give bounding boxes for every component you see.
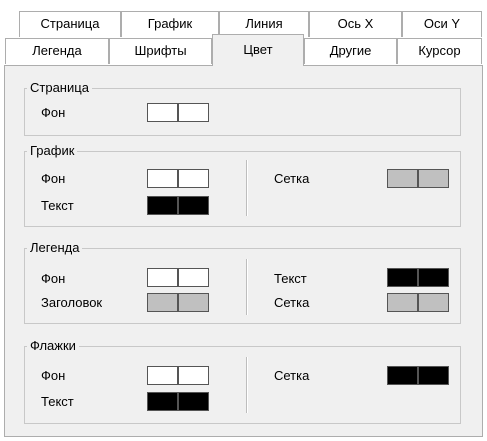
legend-background-color-button[interactable] (147, 268, 209, 287)
group-chart-title: График (27, 143, 78, 159)
group-flags: Флажки Фон Текст Сетка (24, 338, 461, 424)
legend-grid-label: Сетка (274, 295, 310, 310)
group-page-title: Страница (27, 80, 92, 96)
tab-fonts[interactable]: Шрифты (109, 38, 212, 64)
flags-text-color-button[interactable] (147, 392, 209, 411)
tab-axes-y[interactable]: Оси Y (402, 11, 482, 37)
flags-background-color-button[interactable] (147, 366, 209, 385)
group-chart: График Фон Текст Сетка (24, 143, 461, 227)
chart-text-label: Текст (41, 198, 74, 213)
flags-background-label: Фон (41, 368, 66, 383)
tab-legend[interactable]: Легенда (5, 38, 109, 64)
legend-text-label: Текст (274, 271, 307, 286)
group-legend: Легенда Фон Заголовок Текст Сетка (24, 240, 461, 324)
legend-background-label: Фон (41, 271, 66, 286)
group-page: Страница Фон (24, 80, 461, 136)
tab-chart[interactable]: График (121, 11, 219, 37)
chart-background-label: Фон (41, 171, 66, 186)
group-legend-title: Легенда (27, 240, 83, 256)
flags-text-label: Текст (41, 394, 74, 409)
legend-grid-color-button[interactable] (387, 293, 449, 312)
legend-header-label: Заголовок (41, 295, 103, 310)
chart-grid-color-button[interactable] (387, 169, 449, 188)
tab-axis-x[interactable]: Ось X (309, 11, 402, 37)
flags-separator (246, 357, 248, 413)
page-background-label: Фон (41, 105, 66, 120)
tab-other[interactable]: Другие (304, 38, 397, 64)
group-flags-title: Флажки (27, 338, 79, 354)
flags-grid-color-button[interactable] (387, 366, 449, 385)
legend-header-color-button[interactable] (147, 293, 209, 312)
chart-background-color-button[interactable] (147, 169, 209, 188)
flags-grid-label: Сетка (274, 368, 310, 383)
chart-text-color-button[interactable] (147, 196, 209, 215)
legend-separator (246, 259, 248, 315)
chart-separator (246, 160, 248, 216)
tab-color[interactable]: Цвет (212, 34, 304, 66)
tab-panel: Страница Фон График Фон Текст Сетка Леге… (4, 65, 483, 437)
tab-page[interactable]: Страница (19, 11, 121, 37)
chart-grid-label: Сетка (274, 171, 310, 186)
page-background-color-button[interactable] (147, 103, 209, 122)
tab-cursor[interactable]: Курсор (397, 38, 482, 64)
legend-text-color-button[interactable] (387, 268, 449, 287)
